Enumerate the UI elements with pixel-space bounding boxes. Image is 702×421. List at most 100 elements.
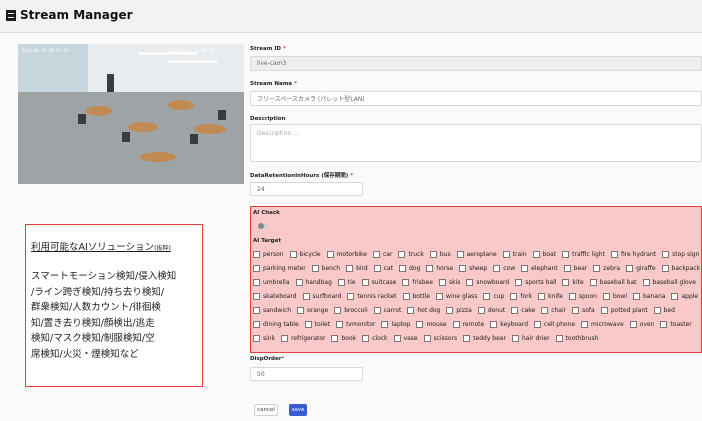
checkbox[interactable] [362,335,370,342]
checkbox[interactable] [304,321,312,328]
ai-target-option[interactable]: toaster [660,320,692,329]
ai-target-option[interactable]: pizza [446,306,472,315]
ai-target-option[interactable]: chair [541,306,566,315]
checkbox[interactable] [493,265,501,272]
ai-target-option[interactable]: fork [510,292,532,301]
ai-target-option[interactable]: traffic light [562,250,605,259]
checkbox[interactable] [562,279,570,286]
checkbox[interactable] [671,293,679,300]
checkbox[interactable] [463,335,471,342]
ai-target-option[interactable]: clock [362,334,388,343]
ai-target-option[interactable]: skateboard [253,292,297,301]
ai-target-option[interactable]: scissors [423,334,457,343]
ai-target-option[interactable]: horse [426,264,453,273]
ai-target-option[interactable]: dog [399,264,420,273]
checkbox[interactable] [436,293,444,300]
ai-target-option[interactable]: apple [671,292,698,301]
ai-target-option[interactable]: refrigerator [281,334,325,343]
checkbox[interactable] [399,265,407,272]
checkbox[interactable] [538,293,546,300]
checkbox[interactable] [346,265,354,272]
checkbox[interactable] [311,265,319,272]
checkbox[interactable] [562,251,570,258]
ai-target-option[interactable]: sofa [572,306,595,315]
ai-target-option[interactable]: orange [297,306,328,315]
ai-target-option[interactable]: boat [532,250,556,259]
checkbox[interactable] [642,279,650,286]
checkbox[interactable] [532,251,540,258]
checkbox[interactable] [297,307,305,314]
ai-target-option[interactable]: bowl [602,292,627,301]
ai-target-option[interactable]: remote [452,320,484,329]
ai-target-option[interactable]: aeroplane [456,250,497,259]
checkbox[interactable] [281,335,289,342]
checkbox[interactable] [446,307,454,314]
ai-target-option[interactable]: elephant [521,264,558,273]
ai-target-option[interactable]: baseball bat [589,278,637,287]
ai-target-option[interactable]: donut [477,306,505,315]
ai-target-option[interactable]: kite [562,278,584,287]
ai-target-option[interactable]: banana [633,292,665,301]
checkbox[interactable] [629,321,637,328]
checkbox[interactable] [361,279,369,286]
checkbox[interactable] [502,251,510,258]
checkbox[interactable] [541,307,549,314]
cancel-button[interactable]: cancel [254,404,278,416]
ai-target-option[interactable]: spoon [568,292,597,301]
stream-id-field[interactable]: live-cam3 [250,56,702,71]
checkbox[interactable] [459,265,467,272]
checkbox[interactable] [490,321,498,328]
checkbox[interactable] [661,265,669,272]
checkbox[interactable] [511,307,519,314]
checkbox[interactable] [331,335,339,342]
checkbox[interactable] [334,307,342,314]
ai-target-option[interactable]: bench [311,264,340,273]
checkbox[interactable] [429,251,437,258]
stream-name-field[interactable]: フリースペースカメラ (パレット型LAN) [250,91,702,106]
ai-target-option[interactable]: cake [511,306,535,315]
ai-target-option[interactable]: umbrella [253,278,290,287]
ai-target-option[interactable]: book [331,334,356,343]
ai-target-option[interactable]: car [373,250,392,259]
checkbox[interactable] [515,279,523,286]
ai-target-option[interactable]: tvmonitor [336,320,375,329]
ai-target-option[interactable]: cow [493,264,515,273]
checkbox[interactable] [452,321,460,328]
ai-target-option[interactable]: wine glass [436,292,477,301]
checkbox[interactable] [660,321,668,328]
save-button[interactable]: save [289,404,307,416]
description-field[interactable]: Description ... [250,124,702,162]
ai-target-option[interactable]: carrot [373,306,401,315]
disp-order-field[interactable]: 50 [250,367,363,381]
checkbox[interactable] [600,307,608,314]
checkbox[interactable] [398,251,406,258]
ai-target-option[interactable]: hot dog [407,306,440,315]
checkbox[interactable] [326,251,334,258]
ai-target-option[interactable]: snowboard [466,278,509,287]
ai-target-option[interactable]: suitcase [361,278,396,287]
ai-target-option[interactable]: frisbee [402,278,433,287]
checkbox[interactable] [653,307,661,314]
checkbox[interactable] [381,321,389,328]
ai-target-option[interactable]: cat [373,264,393,273]
ai-target-option[interactable]: broccoli [334,306,368,315]
ai-target-option[interactable]: skis [438,278,460,287]
ai-target-option[interactable]: dining table [253,320,299,329]
checkbox[interactable] [393,335,401,342]
ai-target-option[interactable]: laptop [381,320,410,329]
checkbox[interactable] [662,251,670,258]
ai-target-option[interactable]: microwave [581,320,624,329]
checkbox[interactable] [253,265,260,272]
checkbox[interactable] [438,279,446,286]
checkbox[interactable] [589,279,597,286]
ai-target-option[interactable]: bear [563,264,587,273]
checkbox[interactable] [610,251,618,258]
checkbox[interactable] [253,279,260,286]
ai-target-option[interactable]: zebra [593,264,620,273]
checkbox[interactable] [572,307,580,314]
ai-target-option[interactable]: potted plant [600,306,648,315]
ai-check-toggle[interactable] [258,223,268,229]
checkbox[interactable] [456,251,464,258]
ai-target-option[interactable]: knife [538,292,563,301]
checkbox[interactable] [633,293,640,300]
